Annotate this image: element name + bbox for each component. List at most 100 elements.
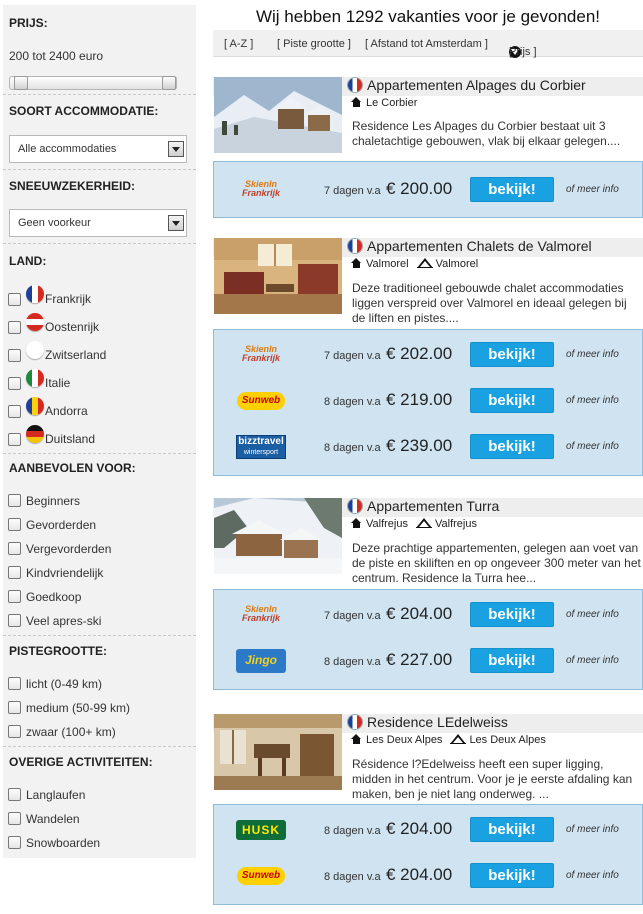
- offer-row: bizztravel wintersport 8 dagen v.a € 239.…: [214, 424, 642, 470]
- accommodation-name[interactable]: Appartementen Turra: [367, 498, 499, 514]
- more-info-link[interactable]: of meer info: [566, 655, 619, 666]
- more-info-link[interactable]: of meer info: [566, 609, 619, 620]
- sunweb-logo[interactable]: Sunweb: [237, 392, 285, 410]
- france-flag-icon: [348, 78, 362, 92]
- recommended-option[interactable]: Gevorderden: [8, 517, 96, 533]
- accommodation-name[interactable]: Residence LEdelweiss: [367, 714, 508, 730]
- view-offer-button[interactable]: bekijk!: [470, 648, 554, 673]
- more-info-link[interactable]: of meer info: [566, 395, 619, 406]
- switzerland-flag-icon: [26, 341, 44, 359]
- offer-duration: 8 dagen v.a: [324, 396, 381, 408]
- other-option[interactable]: Wandelen: [8, 811, 80, 827]
- snow-filter-title: SNEEUWZEKERHEID:: [9, 179, 136, 193]
- snow-select[interactable]: Geen voorkeur: [9, 209, 187, 237]
- offer-row: Sunweb 8 dagen v.a € 219.00 bekijk! of m…: [214, 378, 642, 424]
- jingo-logo[interactable]: Jingo: [236, 649, 286, 673]
- accommodation-photo[interactable]: [214, 498, 342, 574]
- chevron-down-icon[interactable]: [168, 215, 184, 231]
- chevron-down-icon[interactable]: [168, 141, 184, 157]
- checkbox[interactable]: [8, 812, 21, 826]
- option-label: Vergevorderden: [26, 541, 112, 556]
- more-info-link[interactable]: of meer info: [566, 824, 619, 835]
- view-offer-button[interactable]: bekijk!: [470, 342, 554, 367]
- view-offer-button[interactable]: bekijk!: [470, 817, 554, 842]
- option-label: Wandelen: [26, 811, 80, 826]
- offer-price: € 200.00: [386, 179, 453, 198]
- checkbox[interactable]: [8, 677, 21, 691]
- sort-bar: [ A-Z ] [ Piste grootte ] [ Afstand tot …: [213, 30, 643, 58]
- accommodation-photo[interactable]: [214, 238, 342, 314]
- checkbox[interactable]: [8, 292, 21, 306]
- checkbox[interactable]: [8, 788, 21, 802]
- checkbox[interactable]: [8, 725, 21, 739]
- checkbox[interactable]: [8, 518, 21, 532]
- view-offer-button[interactable]: bekijk!: [470, 863, 554, 888]
- checkbox[interactable]: [8, 836, 21, 850]
- checkbox[interactable]: [8, 566, 21, 580]
- country-option-duitsland[interactable]: Duitsland: [8, 425, 95, 446]
- skieninfrankrijk-logo[interactable]: SkienIn Frankrijk: [236, 605, 286, 629]
- offer-price: € 239.00: [386, 436, 453, 455]
- country-label: Zwitserland: [45, 348, 107, 362]
- skieninfrankrijk-logo[interactable]: SkienIn Frankrijk: [236, 180, 286, 204]
- country-option-italie[interactable]: Italie: [8, 369, 70, 390]
- checkbox[interactable]: [8, 590, 21, 604]
- view-offer-button[interactable]: bekijk!: [470, 602, 554, 627]
- sort-piste-link[interactable]: [ Piste grootte ]: [277, 38, 351, 50]
- recommended-option[interactable]: Vergevorderden: [8, 541, 111, 557]
- recommended-option[interactable]: Goedkoop: [8, 589, 81, 605]
- more-info-link[interactable]: of meer info: [566, 184, 619, 195]
- other-filter-title: OVERIGE ACTIVITEITEN:: [9, 755, 153, 769]
- country-option-frankrijk[interactable]: Frankrijk: [8, 285, 91, 306]
- checkbox[interactable]: [8, 404, 21, 418]
- accommodation-name[interactable]: Appartementen Chalets de Valmorel: [367, 238, 592, 254]
- france-flag-icon: [348, 715, 362, 729]
- accommodation-filter-title: SOORT ACCOMMODATIE:: [9, 104, 159, 118]
- recommended-option[interactable]: Veel apres-ski: [8, 613, 101, 629]
- offer-duration: 8 dagen v.a: [324, 825, 381, 837]
- logo-text: wintersport: [243, 449, 279, 456]
- checkbox[interactable]: [8, 494, 21, 508]
- accommodation-photo[interactable]: [214, 77, 342, 153]
- other-option[interactable]: Langlaufen: [8, 787, 85, 803]
- sunweb-logo[interactable]: Sunweb: [237, 867, 285, 885]
- checkbox[interactable]: [8, 320, 21, 334]
- view-offer-button[interactable]: bekijk!: [470, 388, 554, 413]
- offer-price: € 219.00: [386, 390, 453, 409]
- accommodation-photo[interactable]: [214, 714, 342, 790]
- price-slider-max-handle[interactable]: [162, 76, 176, 90]
- ski-area-name: Valfrejus: [434, 518, 477, 530]
- accommodation-name[interactable]: Appartementen Alpages du Corbier: [367, 77, 586, 93]
- checkbox[interactable]: [8, 614, 21, 628]
- other-option[interactable]: Snowboarden: [8, 835, 100, 851]
- country-option-andorra[interactable]: Andorra: [8, 397, 88, 418]
- country-option-oostenrijk[interactable]: Oostenrijk: [8, 313, 99, 334]
- sort-distance-link[interactable]: [ Afstand tot Amsterdam ]: [365, 38, 488, 50]
- checkbox[interactable]: [8, 432, 21, 446]
- piste-option[interactable]: medium (50-99 km): [8, 700, 130, 716]
- checkbox[interactable]: [8, 701, 21, 715]
- piste-option[interactable]: licht (0-49 km): [8, 676, 102, 692]
- view-offer-button[interactable]: bekijk!: [470, 177, 554, 202]
- husk-logo[interactable]: HUSK: [236, 820, 286, 840]
- offer-duration: 7 dagen v.a: [324, 185, 381, 197]
- checkbox[interactable]: [8, 542, 21, 556]
- sort-az-link[interactable]: [ A-Z ]: [224, 38, 253, 50]
- view-offer-button[interactable]: bekijk!: [470, 434, 554, 459]
- recommended-option[interactable]: Beginners: [8, 493, 80, 509]
- skieninfrankrijk-logo[interactable]: SkienIn Frankrijk: [236, 345, 286, 369]
- more-info-link[interactable]: of meer info: [566, 870, 619, 881]
- more-info-link[interactable]: of meer info: [566, 441, 619, 452]
- recommended-option[interactable]: Kindvriendelijk: [8, 565, 103, 581]
- piste-option[interactable]: zwaar (100+ km): [8, 724, 116, 740]
- country-option-zwitserland[interactable]: Zwitserland: [8, 341, 107, 362]
- checkbox[interactable]: [8, 348, 21, 362]
- more-info-link[interactable]: of meer info: [566, 349, 619, 360]
- checkbox[interactable]: [8, 376, 21, 390]
- filter-sidebar: PRIJS: 200 tot 2400 euro SOORT ACCOMMODA…: [3, 5, 196, 858]
- price-slider[interactable]: [9, 76, 177, 90]
- france-flag-icon: [348, 239, 362, 253]
- accommodation-select[interactable]: Alle accommodaties: [9, 135, 187, 163]
- price-slider-min-handle[interactable]: [14, 76, 28, 90]
- bizztravel-logo[interactable]: bizztravel wintersport: [236, 435, 286, 459]
